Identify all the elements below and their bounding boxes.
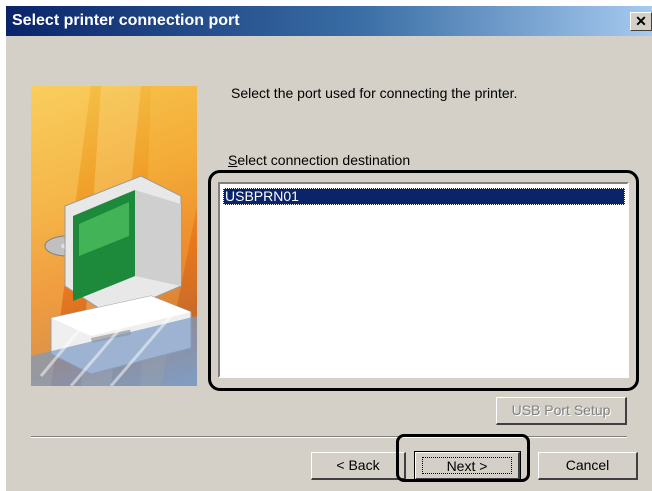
list-label-mnemonic: S	[228, 152, 238, 168]
instruction-text: Select the port used for connecting the …	[231, 85, 518, 101]
computer-illustration-icon	[31, 86, 197, 386]
side-art-graphic	[31, 86, 197, 386]
cancel-button[interactable]: Cancel	[538, 452, 638, 480]
list-callout-frame	[208, 170, 639, 391]
back-button[interactable]: < Back	[311, 452, 406, 480]
list-label: Select connection destination	[228, 152, 410, 168]
list-label-text: elect connection destination	[237, 152, 411, 168]
title-bar[interactable]: Select printer connection port ✕	[6, 6, 652, 36]
close-icon[interactable]: ✕	[630, 12, 652, 31]
button-separator	[31, 436, 627, 438]
dialog-title: Select printer connection port	[12, 12, 240, 29]
next-callout-frame	[396, 434, 530, 482]
usb-port-setup-button[interactable]: USB Port Setup	[496, 397, 627, 425]
printer-port-dialog: Select printer connection port ✕ Select …	[6, 6, 652, 491]
